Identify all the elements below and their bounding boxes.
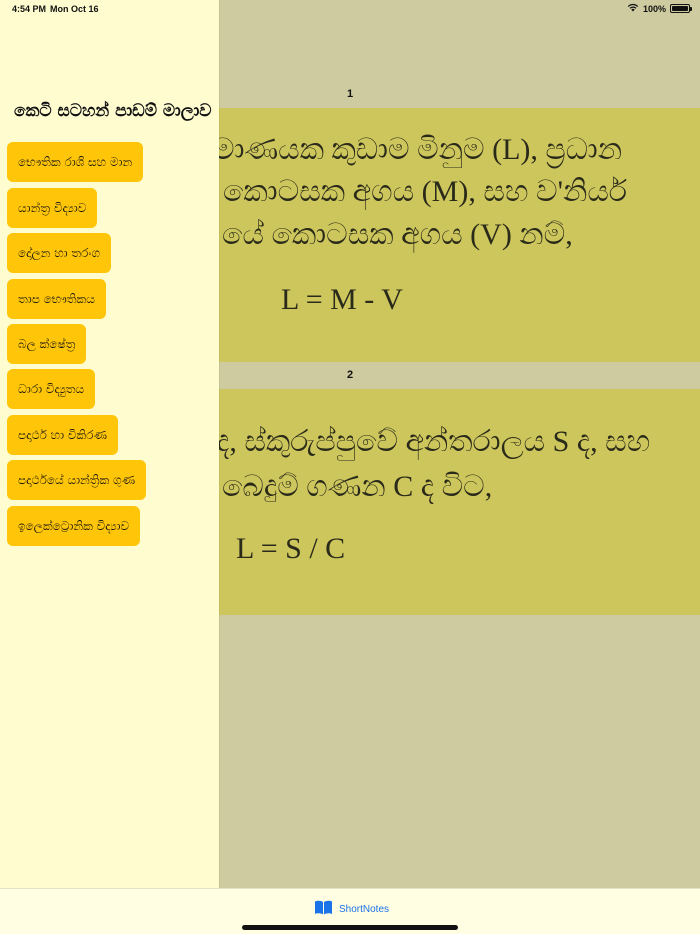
sidebar-item-current-electricity[interactable]: ධාරා විද්‍යුතය: [7, 369, 96, 409]
sidebar-item-oscillations-waves[interactable]: දෝලන හා තරංග: [7, 233, 112, 273]
note-line: බෙදුම් ගණන C ද විට,: [222, 470, 493, 503]
status-time: 4:54 PM: [12, 4, 47, 14]
wifi-icon: [627, 3, 639, 14]
status-bar: 4:54 PM Mon Oct 16 100%: [0, 0, 700, 18]
formula: L = S / C: [236, 532, 346, 565]
sidebar-item-thermal-physics[interactable]: තාප භෞතිකය: [7, 279, 106, 319]
battery-percent: 100%: [642, 3, 666, 14]
note-line: ද, ස්කුරුප්පුවේ අන්තරාලය S ද, සහ: [216, 425, 651, 458]
book-icon: [314, 900, 333, 918]
sidebar: කෙටි සටහන් පාඩම් මාලාව භෞතික රාශි සහ මාන…: [0, 0, 219, 888]
note-line: මාණයක කුඩාම මිනුම (L), ප්‍රධාන: [213, 133, 623, 166]
note-line: යේ කොටසක අගය (V) නම්,: [222, 218, 573, 251]
tab-label: ShortNotes: [339, 903, 390, 915]
battery-icon: [670, 4, 692, 13]
status-indicators: 100%: [627, 3, 692, 14]
sidebar-item-electronics[interactable]: ඉලෙක්ට්‍රොනික විද්‍යාව: [7, 506, 141, 546]
note-line: කොටසක අගය (M), සහ ව'නියර්: [223, 175, 628, 208]
battery-fill: [672, 6, 688, 11]
status-date: Mon Oct 16: [50, 4, 99, 14]
sidebar-title: කෙටි සටහන් පාඩම් මාලාව: [14, 101, 212, 121]
sidebar-item-matter-radiation[interactable]: පදාර්ථ හා විකිරණ: [7, 415, 118, 455]
formula: L = M - V: [281, 283, 403, 316]
note-number: 1: [346, 88, 354, 100]
sidebar-item-mechanics[interactable]: යාන්ත්‍ර විද්‍යාව: [7, 188, 98, 228]
sidebar-item-force-fields[interactable]: බල ක්ෂේත්‍ර: [7, 324, 87, 364]
sidebar-item-physical-quantities[interactable]: භෞතික රාශි සහ මාන: [7, 142, 144, 182]
home-indicator: [242, 925, 458, 930]
tab-shortnotes[interactable]: ShortNotes: [314, 900, 389, 918]
note-number: 2: [346, 369, 354, 381]
sidebar-item-mechanical-properties[interactable]: පදාර්ථයේ යාන්ත්‍රික ගුණ: [7, 460, 147, 500]
